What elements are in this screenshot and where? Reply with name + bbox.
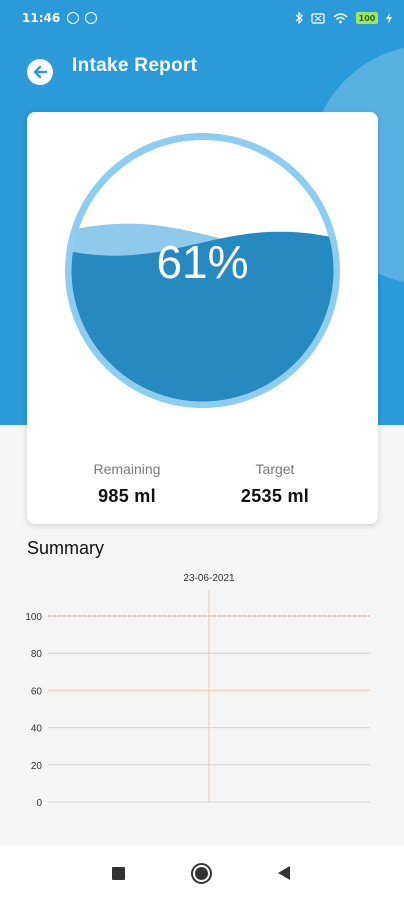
intake-card: 61% Remaining 985 ml Target 2535 ml [27,112,378,524]
water-gauge: 61% [64,132,341,409]
y-tick-label: 0 [36,798,42,809]
summary-chart: 0 20 40 60 80 100 23-06-2021 [25,573,370,809]
sim-icon [311,12,325,24]
home-button[interactable] [191,863,212,884]
recents-button[interactable] [112,867,125,880]
y-tick-label: 100 [25,612,42,623]
y-tick-label: 40 [31,724,43,735]
home-dot [195,867,208,880]
status-right-icons: 100 [295,12,392,24]
page-title: Intake Report [72,55,198,76]
y-tick-label: 80 [31,649,43,660]
gauge-percent: 61% [156,235,249,288]
notification-icon [85,12,98,24]
target-value: 2535 ml [240,486,310,506]
battery-icon: 100 [356,12,378,24]
notification-icon [67,12,80,24]
target-stat: Target 2535 ml [205,461,345,507]
remaining-label: Remaining [93,461,161,477]
summary-title: Summary [27,538,105,558]
status-bar: 11:46 100 [0,0,404,36]
notification-icons [67,12,98,24]
y-tick-label: 60 [31,686,43,697]
system-back-button[interactable] [278,866,290,880]
system-nav-bar [0,845,404,900]
y-tick-label: 20 [31,761,43,772]
target-label: Target [255,461,295,477]
charging-icon [386,12,392,24]
remaining-value: 985 ml [98,486,156,506]
arrow-left-icon [33,65,48,79]
wifi-icon [333,12,348,23]
bluetooth-icon [295,12,303,24]
remaining-stat: Remaining 985 ml [57,461,197,507]
x-category-label: 23-06-2021 [183,573,235,584]
status-time: 11:46 [22,11,61,25]
back-button[interactable] [27,59,53,85]
